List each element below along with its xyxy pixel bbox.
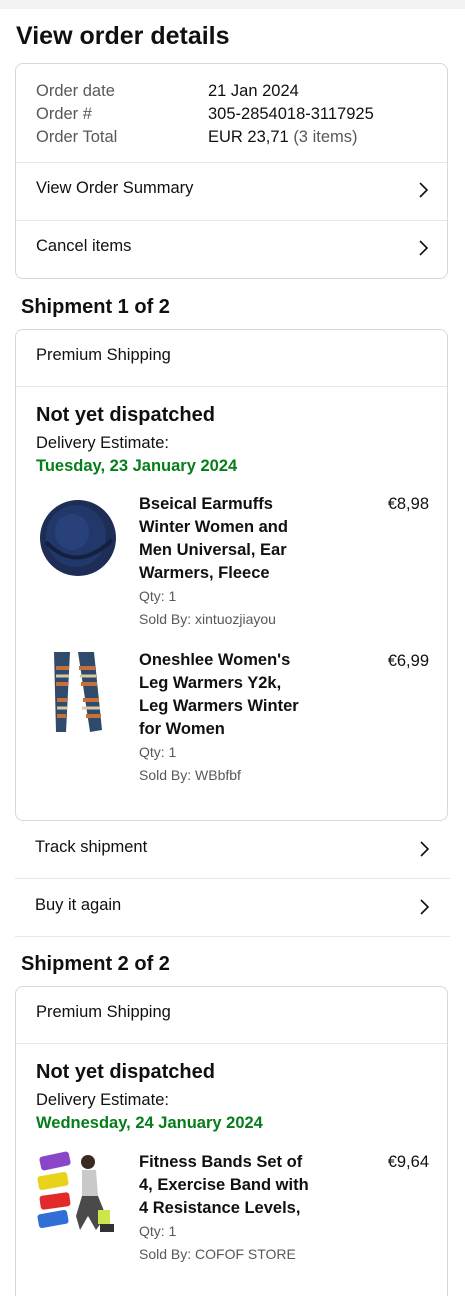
order-date-label: Order date <box>36 82 115 100</box>
shipment-status: Not yet dispatched <box>36 404 215 426</box>
order-number-label: Order # <box>36 105 92 123</box>
delivery-estimate-date: Tuesday, 23 January 2024 <box>36 457 238 475</box>
order-number-value: 305-2854018-3117925 <box>208 105 374 123</box>
shipment-card: Premium Shipping Not yet dispatched Deli… <box>15 329 448 821</box>
shipment-heading: Shipment 1 of 2 <box>21 296 170 318</box>
chevron-right-icon <box>420 841 430 857</box>
page-title: View order details <box>16 22 230 50</box>
cancel-items-link[interactable]: Cancel items <box>16 221 447 277</box>
item-seller: Sold By: COFOF STORE <box>139 1246 296 1262</box>
shipment-card: Premium Shipping Not yet dispatched Deli… <box>15 986 448 1296</box>
item-title[interactable]: Fitness Bands Set of 4, Exercise Band wi… <box>139 1151 311 1220</box>
divider <box>16 386 447 387</box>
order-info-card: Order date 21 Jan 2024 Order # 305-28540… <box>15 63 448 279</box>
leg-warmers-product-image[interactable] <box>36 648 116 734</box>
track-shipment-label: Track shipment <box>35 838 148 856</box>
buy-it-again-label: Buy it again <box>35 896 122 914</box>
track-shipment-link[interactable]: Track shipment <box>15 821 448 878</box>
view-order-summary-link[interactable]: View Order Summary <box>16 163 447 219</box>
chevron-right-icon <box>419 182 429 198</box>
order-total-label: Order Total <box>36 128 118 146</box>
chevron-right-icon <box>419 240 429 256</box>
top-status-strip <box>0 0 465 9</box>
item-seller: Sold By: xintuozjiayou <box>139 611 276 627</box>
order-item-count: (3 items) <box>293 128 358 146</box>
fitness-bands-product-image[interactable] <box>36 1150 116 1236</box>
shipping-type: Premium Shipping <box>36 346 171 364</box>
item-qty: Qty: 1 <box>139 744 177 760</box>
item-price: €6,99 <box>387 652 429 670</box>
shipment-status: Not yet dispatched <box>36 1061 215 1083</box>
item-seller: Sold By: WBbfbf <box>139 767 241 783</box>
view-order-summary-label: View Order Summary <box>36 179 194 197</box>
item-price: €9,64 <box>387 1153 429 1171</box>
divider <box>15 936 450 937</box>
shipping-type: Premium Shipping <box>36 1003 171 1021</box>
order-total-value: EUR 23,71 (3 items) <box>208 128 358 146</box>
item-qty: Qty: 1 <box>139 1223 177 1239</box>
shipment-heading: Shipment 2 of 2 <box>21 953 170 975</box>
order-date-value: 21 Jan 2024 <box>208 82 299 100</box>
item-qty: Qty: 1 <box>139 588 177 604</box>
chevron-right-icon <box>420 899 430 915</box>
delivery-estimate-label: Delivery Estimate: <box>36 434 169 452</box>
earmuffs-product-image[interactable] <box>36 492 116 578</box>
divider <box>16 1043 447 1044</box>
item-price: €8,98 <box>387 495 429 513</box>
delivery-estimate-label: Delivery Estimate: <box>36 1091 169 1109</box>
item-title[interactable]: Bseical Earmuffs Winter Women and Men Un… <box>139 493 311 585</box>
cancel-items-label: Cancel items <box>36 237 132 255</box>
buy-it-again-link[interactable]: Buy it again <box>15 879 448 936</box>
item-title[interactable]: Oneshlee Women's Leg Warmers Y2k, Leg Wa… <box>139 649 311 741</box>
delivery-estimate-date: Wednesday, 24 January 2024 <box>36 1114 263 1132</box>
